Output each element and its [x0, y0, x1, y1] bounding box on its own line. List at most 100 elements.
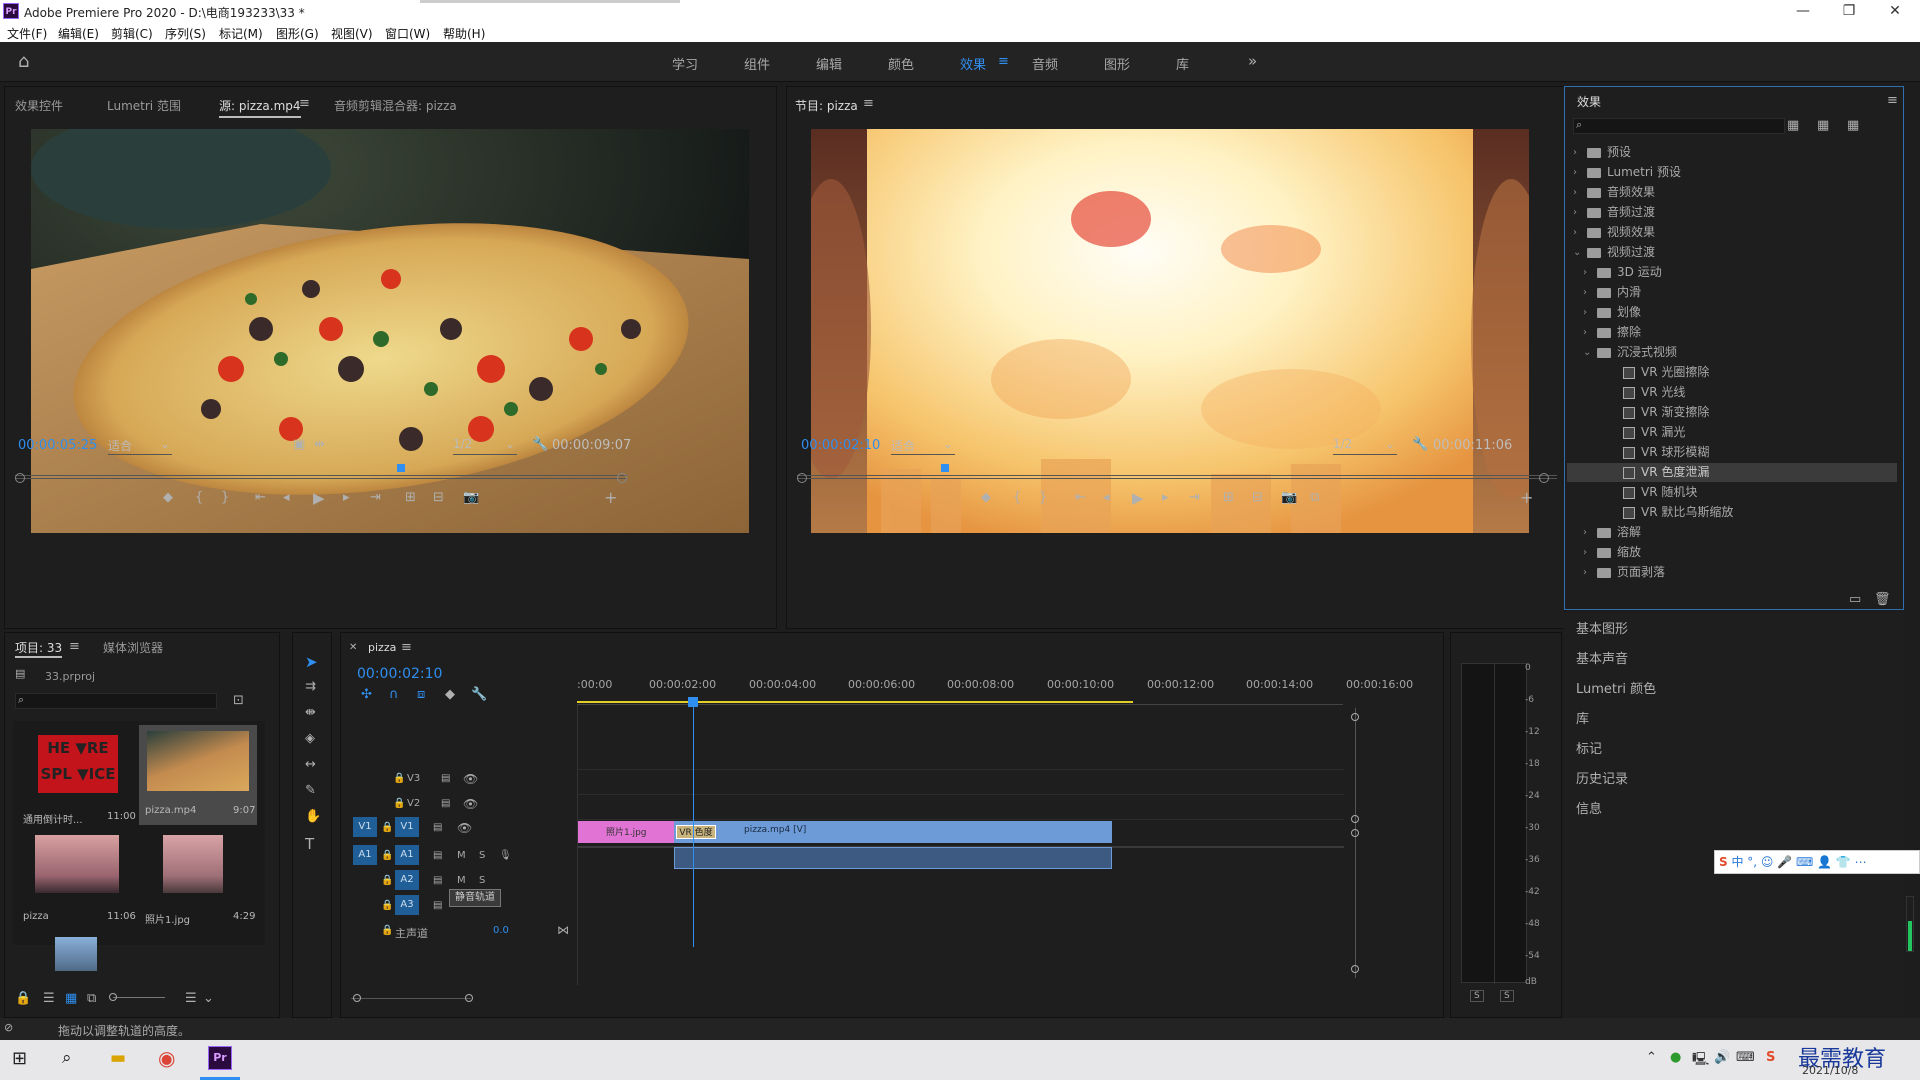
- chevron-right-icon[interactable]: ›: [1583, 263, 1587, 282]
- menu-window[interactable]: 窗口(W): [385, 25, 430, 42]
- horizontal-zoom-bar[interactable]: [351, 998, 471, 999]
- nest-icon[interactable]: ✣: [361, 687, 372, 702]
- yuv-effects-icon[interactable]: ▦: [1847, 118, 1859, 133]
- source-fit-dropdown[interactable]: 适合 ⌄: [108, 437, 172, 455]
- mark-out-icon[interactable]: }: [221, 490, 229, 505]
- razor-tool-icon[interactable]: ◈: [305, 731, 315, 746]
- premiere-taskbar-icon[interactable]: Pr: [208, 1046, 232, 1070]
- scroll-handle[interactable]: [1351, 965, 1359, 973]
- lock-icon[interactable]: 🔒: [15, 991, 31, 1006]
- clip-photo[interactable]: 照片1.jpg: [578, 821, 674, 843]
- scroll-handle[interactable]: [1351, 829, 1359, 837]
- effects-tree-item[interactable]: VR 漏光: [1567, 423, 1897, 442]
- sync-lock-icon[interactable]: ▤: [433, 822, 442, 833]
- effects-tree-item[interactable]: ⌄ 沉浸式视频: [1567, 343, 1897, 362]
- step-back-icon[interactable]: ◂: [283, 490, 290, 505]
- find-icon[interactable]: ⊡: [233, 693, 244, 708]
- panel-menu-icon[interactable]: ≡: [401, 640, 412, 655]
- chevron-right-icon[interactable]: ›: [1573, 203, 1577, 222]
- freeform-view-icon[interactable]: ⧉: [87, 991, 96, 1006]
- effects-search-input[interactable]: ⌕: [1573, 118, 1785, 134]
- track-label-a2[interactable]: A2: [395, 870, 419, 890]
- workspace-editing[interactable]: 编辑: [816, 54, 842, 73]
- chevron-right-icon[interactable]: ›: [1573, 183, 1577, 202]
- project-item-pizza-mp4[interactable]: pizza.mp4 9:07: [139, 725, 257, 825]
- source-playhead[interactable]: [397, 464, 405, 472]
- list-view-icon[interactable]: ☰: [43, 991, 55, 1006]
- go-to-out-icon[interactable]: ⇥: [1189, 490, 1200, 505]
- chevron-right-icon[interactable]: ›: [1583, 563, 1587, 582]
- tab-source[interactable]: 源: pizza.mp4: [219, 97, 301, 118]
- effects-tree-item[interactable]: › 缩放: [1567, 543, 1897, 562]
- step-back-icon[interactable]: ◂: [1103, 490, 1110, 505]
- linked-selection-icon[interactable]: ⧈: [417, 687, 425, 702]
- step-forward-icon[interactable]: ▸: [343, 490, 350, 505]
- volume-icon[interactable]: 🔊: [1714, 1050, 1730, 1065]
- file-explorer-icon[interactable]: ▬: [110, 1048, 126, 1068]
- wrench-icon[interactable]: 🔧: [532, 437, 548, 452]
- clip-pizza-video[interactable]: pizza.mp4 [V]: [674, 821, 1112, 843]
- sync-lock-icon[interactable]: ▤: [433, 900, 442, 911]
- chevron-down-icon[interactable]: ⌄: [203, 991, 214, 1006]
- menu-sequence[interactable]: 序列(S): [165, 25, 206, 42]
- play-icon[interactable]: ▶: [1132, 489, 1144, 507]
- icon-view-icon[interactable]: ▦: [65, 991, 77, 1006]
- windows-start-icon[interactable]: ⊞: [12, 1048, 27, 1069]
- track-label-v1[interactable]: V1: [395, 817, 419, 837]
- chevron-right-icon[interactable]: ›: [1583, 303, 1587, 322]
- mark-out-icon[interactable]: }: [1039, 490, 1047, 505]
- effects-tree-item[interactable]: VR 光圈擦除: [1567, 363, 1897, 382]
- menu-markers[interactable]: 标记(M): [219, 25, 263, 42]
- tab-lumetri-scopes[interactable]: Lumetri 范围: [107, 97, 181, 114]
- sync-lock-icon[interactable]: ▤: [433, 850, 442, 861]
- lock-icon[interactable]: 🔒: [381, 875, 393, 886]
- effects-tree-item[interactable]: VR 光线: [1567, 383, 1897, 402]
- chevron-down-icon[interactable]: ⌄: [1573, 243, 1581, 262]
- source-time-ruler[interactable]: [15, 468, 627, 476]
- sync-lock-icon[interactable]: ▤: [441, 773, 450, 784]
- workspace-libraries[interactable]: 库: [1176, 54, 1189, 73]
- panel-menu-icon[interactable]: ≡: [1887, 93, 1898, 108]
- new-bin-icon[interactable]: ▭: [1849, 592, 1861, 607]
- menu-help[interactable]: 帮助(H): [443, 25, 485, 42]
- project-item-photo[interactable]: 照片1.jpg 4:29: [139, 831, 257, 931]
- effects-tree-item[interactable]: › 溶解: [1567, 523, 1897, 542]
- workspace-audio[interactable]: 音频: [1032, 54, 1058, 73]
- chevron-down-icon[interactable]: ⌄: [1583, 343, 1591, 362]
- track-label-a1[interactable]: A1: [395, 845, 419, 865]
- mute-button[interactable]: M: [457, 850, 466, 861]
- program-zoom-bar[interactable]: [797, 478, 1557, 479]
- timeline-playhead[interactable]: [693, 705, 694, 947]
- chrome-icon[interactable]: ◉: [158, 1046, 175, 1070]
- home-icon[interactable]: ⌂: [18, 51, 29, 72]
- more-workspaces-icon[interactable]: »: [1248, 52, 1257, 70]
- tab-audio-clip-mixer[interactable]: 音频剪辑混合器: pizza: [334, 97, 457, 114]
- panel-essential-graphics[interactable]: 基本图形: [1576, 618, 1628, 637]
- chevron-right-icon[interactable]: ›: [1573, 143, 1577, 162]
- menu-graphics[interactable]: 图形(G): [276, 25, 319, 42]
- comparison-view-icon[interactable]: ⧉: [1310, 490, 1319, 505]
- export-frame-icon[interactable]: 📷: [1281, 490, 1297, 505]
- lock-icon[interactable]: 🔒: [393, 773, 405, 784]
- chevron-right-icon[interactable]: ›: [1573, 223, 1577, 242]
- effects-tree-item[interactable]: › 3D 运动: [1567, 263, 1897, 282]
- master-volume-value[interactable]: 0.0: [493, 925, 509, 936]
- effects-tree-item[interactable]: › 擦除: [1567, 323, 1897, 342]
- zoom-handle-left[interactable]: [797, 473, 807, 483]
- menu-clip[interactable]: 剪辑(C): [111, 25, 153, 42]
- accelerated-effects-icon[interactable]: ▦: [1787, 118, 1799, 133]
- workspace-learn[interactable]: 学习: [672, 54, 698, 73]
- lock-icon[interactable]: 🔒: [381, 822, 393, 833]
- source-zoom-bar[interactable]: [15, 478, 627, 479]
- add-button-icon[interactable]: +: [1520, 488, 1533, 507]
- slip-tool-icon[interactable]: ↔: [305, 757, 316, 772]
- mute-button[interactable]: M: [457, 875, 466, 886]
- wrench-icon[interactable]: 🔧: [1412, 437, 1428, 452]
- lock-icon[interactable]: 🔒: [381, 900, 393, 911]
- panel-info[interactable]: 信息: [1576, 798, 1602, 817]
- effects-tree-item[interactable]: › 划像: [1567, 303, 1897, 322]
- go-to-in-icon[interactable]: ⇤: [1075, 490, 1086, 505]
- timeline-settings-icon[interactable]: 🔧: [471, 687, 487, 702]
- go-to-in-icon[interactable]: ⇤: [255, 490, 266, 505]
- workspace-graphics[interactable]: 图形: [1104, 54, 1130, 73]
